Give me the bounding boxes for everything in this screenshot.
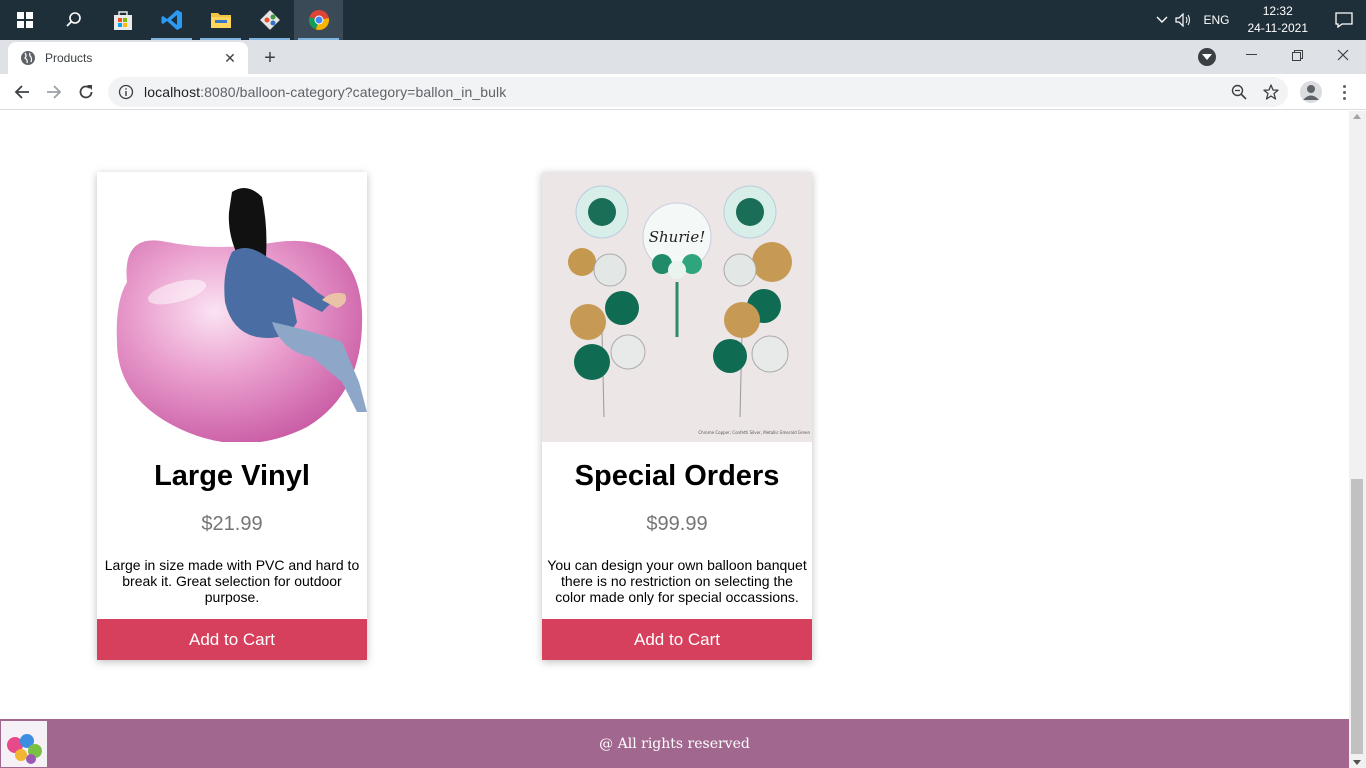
product-price: $21.99 (201, 513, 263, 535)
vscode-icon (161, 10, 182, 30)
balloon-lettering: Shurie! (649, 228, 705, 246)
vscode-app[interactable] (147, 0, 196, 40)
new-tab-button[interactable]: + (258, 46, 282, 70)
site-logo[interactable] (1, 721, 47, 767)
reload-icon (79, 85, 93, 99)
store-icon (113, 11, 132, 30)
tab-search-button[interactable] (1198, 48, 1216, 66)
start-button[interactable] (0, 0, 49, 40)
zoom-icon[interactable] (1230, 83, 1248, 101)
url-host: localhost (144, 84, 201, 100)
add-to-cart-button[interactable]: Add to Cart (542, 619, 812, 660)
windows-taskbar: ENG 12:32 24-11-2021 (0, 0, 1366, 40)
browser-tabstrip: Products ✕ + (0, 40, 1366, 74)
clock-time: 12:32 (1262, 4, 1293, 18)
restore-icon (1291, 49, 1303, 61)
minimize-button[interactable] (1228, 40, 1274, 70)
image-caption: Chrome Copper, Confetti Silver, Metallic… (698, 430, 810, 435)
browser-toolbar: localhost:8080/balloon-category?category… (0, 74, 1366, 110)
speaker-icon[interactable] (1173, 0, 1195, 40)
scroll-up-arrow-icon[interactable] (1353, 114, 1361, 119)
minimize-icon (1245, 54, 1257, 55)
chevron-down-icon (1202, 54, 1212, 60)
url-text: localhost:8080/balloon-category?category… (144, 84, 506, 100)
scroll-thumb[interactable] (1351, 479, 1363, 754)
notification-button[interactable] (1322, 0, 1366, 40)
chevron-up-icon[interactable] (1151, 0, 1173, 40)
url-path: :8080/balloon-category?category=ballon_i… (200, 84, 507, 100)
store-app[interactable] (98, 0, 147, 40)
info-icon[interactable] (118, 84, 134, 100)
close-icon (1337, 49, 1349, 61)
profile-avatar-icon[interactable] (1300, 81, 1322, 103)
tab-title: Products (45, 51, 93, 65)
page-footer: @ All rights reserved (0, 719, 1349, 768)
product-card: Large Vinyl $21.99 Large in size made wi… (97, 172, 367, 660)
reload-button[interactable] (72, 78, 100, 106)
bookmark-star-icon[interactable] (1262, 83, 1280, 101)
clock-date: 24-11-2021 (1247, 21, 1309, 35)
notification-icon (1335, 12, 1353, 28)
globe-icon (21, 51, 35, 65)
browser-tab[interactable]: Products ✕ (8, 42, 248, 74)
product-image-large-vinyl (97, 172, 367, 442)
product-image-special-orders: Shurie! Chrome Copper, Confetti Silver, … (542, 172, 812, 442)
folder-icon (210, 13, 231, 28)
product-card: Shurie! Chrome Copper, Confetti Silver, … (542, 172, 812, 660)
footer-copyright: @ All rights reserved (599, 735, 750, 752)
forward-button[interactable] (40, 78, 68, 106)
product-title: Large Vinyl (154, 460, 310, 492)
search-icon (65, 12, 81, 27)
file-explorer-app[interactable] (196, 0, 245, 40)
arrow-left-icon (14, 85, 29, 99)
restore-button[interactable] (1274, 40, 1320, 70)
git-app[interactable] (245, 0, 294, 40)
page-viewport: Large Vinyl $21.99 Large in size made wi… (0, 111, 1349, 768)
product-description: You can design your own balloon banquet … (547, 557, 807, 605)
product-description: Large in size made with PVC and hard to … (104, 557, 360, 605)
add-to-cart-button[interactable]: Add to Cart (97, 619, 367, 660)
close-window-button[interactable] (1320, 40, 1366, 70)
git-diamond-icon (259, 10, 280, 30)
product-title: Special Orders (574, 460, 780, 492)
language-indicator[interactable]: ENG (1195, 13, 1241, 27)
page-scrollbar[interactable] (1349, 111, 1366, 768)
address-bar[interactable]: localhost:8080/balloon-category?category… (108, 77, 1288, 107)
arrow-right-icon (47, 85, 62, 99)
search-button[interactable] (49, 0, 98, 40)
back-button[interactable] (8, 78, 36, 106)
browser-menu-icon[interactable] (1336, 80, 1352, 104)
system-tray: ENG 12:32 24-11-2021 (1151, 0, 1366, 40)
windows-logo-icon (16, 12, 33, 28)
product-price: $99.99 (646, 513, 708, 535)
chrome-icon (308, 10, 329, 30)
tab-close-icon[interactable]: ✕ (222, 50, 238, 66)
chrome-app[interactable] (294, 0, 343, 40)
scroll-down-arrow-icon[interactable] (1353, 760, 1361, 765)
clock[interactable]: 12:32 24-11-2021 (1242, 3, 1323, 37)
